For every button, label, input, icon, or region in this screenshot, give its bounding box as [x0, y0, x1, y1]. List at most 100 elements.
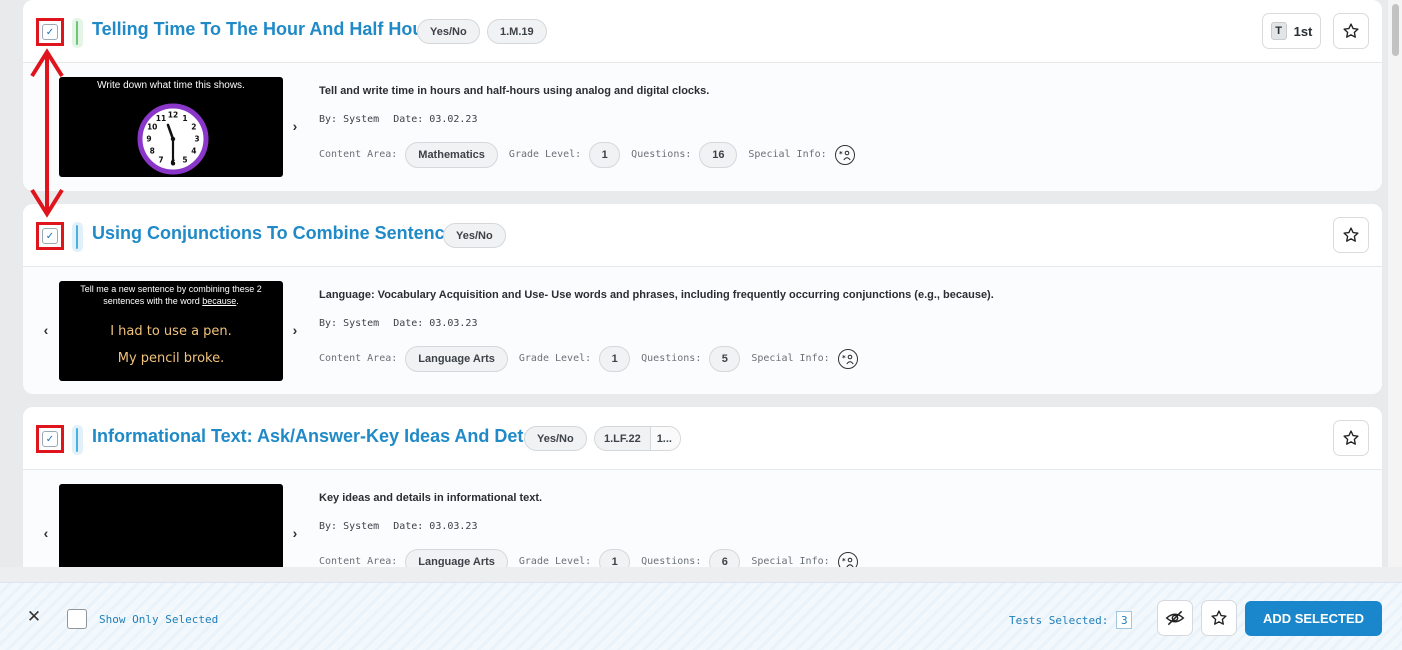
questions-label: Questions: — [631, 149, 692, 160]
card-header: ✓ Telling Time To The Hour And Half Hour… — [23, 0, 1382, 63]
prev-thumbnail-button[interactable]: ‹ — [39, 525, 53, 541]
test-card: ✓ Informational Text: Ask/Answer-Key Ide… — [23, 407, 1382, 567]
author: System — [343, 114, 380, 125]
clock-numeral: 5 — [182, 156, 187, 165]
content-area-label: Content Area: — [319, 353, 398, 364]
card-title[interactable]: Informational Text: Ask/Answer-Key Ideas… — [92, 426, 543, 447]
clock-numeral: 3 — [194, 135, 199, 144]
select-checkbox[interactable]: ✓ — [42, 228, 58, 244]
card-header: ✓ Using Conjunctions To Combine Sentence… — [23, 204, 1382, 267]
card-title[interactable]: Telling Time To The Hour And Half Hour — [92, 19, 430, 40]
author-date: By: System Date: 03.02.23 — [319, 114, 477, 125]
thumbnail-prompt: Tell me a new sentence by combining thes… — [59, 283, 283, 307]
category-color-bar — [72, 425, 83, 455]
tests-selected-counter: Tests Selected: 3 — [1009, 611, 1133, 629]
clock-numeral: 11 — [156, 114, 166, 123]
show-only-selected-checkbox[interactable] — [67, 609, 87, 629]
author-date: By: System Date: 03.03.23 — [319, 318, 477, 329]
svg-text:*: * — [842, 354, 846, 362]
favorite-button[interactable] — [1333, 217, 1369, 253]
content-area-pill: Language Arts — [405, 548, 508, 567]
star-icon — [1343, 23, 1359, 38]
test-card: ✓ Telling Time To The Hour And Half Hour… — [23, 0, 1382, 191]
accessibility-icon[interactable]: * — [837, 551, 858, 567]
thumbnail-prompt-keyword: because — [202, 296, 237, 306]
date: 03.02.23 — [429, 114, 478, 125]
next-thumbnail-button[interactable]: › — [288, 322, 302, 338]
standard-tag: 1.LF.22 — [604, 432, 641, 445]
check-icon: ✓ — [45, 26, 55, 38]
question-thumbnail[interactable]: Tell me a new sentence by combining thes… — [59, 281, 283, 381]
show-only-selected-label[interactable]: Show Only Selected — [99, 613, 218, 626]
card-body: ‹ › Key ideas and details in information… — [23, 470, 1382, 567]
select-checkbox-highlight[interactable]: ✓ — [36, 425, 64, 453]
author: System — [343, 318, 380, 329]
favorite-button[interactable] — [1333, 13, 1369, 49]
thumbnail-prompt-line2: sentences with the word because. — [59, 295, 283, 307]
grade-level-pill: 1 — [599, 345, 631, 372]
select-checkbox[interactable]: ✓ — [42, 431, 58, 447]
select-checkbox-highlight[interactable]: ✓ — [36, 222, 64, 250]
questions-pill: 5 — [709, 345, 741, 372]
svg-text:*: * — [839, 150, 843, 158]
standard-tag-more: 1... — [649, 427, 680, 450]
card-header: ✓ Informational Text: Ask/Answer-Key Ide… — [23, 407, 1382, 470]
info-row: Content Area: Language Arts Grade Level:… — [319, 345, 858, 372]
add-selected-button[interactable]: ADD SELECTED — [1245, 601, 1382, 636]
thumbnail-sentence-2: My pencil broke. — [117, 351, 225, 366]
questions-label: Questions: — [641, 556, 702, 567]
info-row: Content Area: Language Arts Grade Level:… — [319, 548, 858, 567]
test-description: Key ideas and details in informational t… — [319, 492, 543, 504]
special-info-label: Special Info: — [751, 353, 830, 364]
scrollbar-thumb[interactable] — [1392, 4, 1399, 56]
by-label: By: — [319, 114, 338, 125]
favorite-selected-button[interactable] — [1201, 600, 1237, 636]
author: System — [343, 521, 380, 532]
card-body: ‹ Tell me a new sentence by combining th… — [23, 267, 1382, 394]
scrollbar[interactable] — [1388, 0, 1402, 567]
star-icon — [1343, 430, 1359, 445]
grade-letter: T — [1270, 22, 1287, 40]
close-icon[interactable]: ✕ — [25, 608, 43, 626]
grade-level-label: Grade Level: — [518, 353, 592, 364]
question-thumbnail[interactable]: Write down what time this shows. 12 1 2 3 4 5… — [59, 77, 283, 177]
check-icon: ✓ — [45, 433, 55, 445]
next-thumbnail-button[interactable]: › — [288, 118, 302, 134]
grade-badge[interactable]: T 1st — [1262, 13, 1321, 49]
clock-numeral: 8 — [150, 147, 155, 156]
card-title[interactable]: Using Conjunctions To Combine Sentences — [92, 223, 465, 244]
response-type-tag: Yes/No — [524, 426, 587, 451]
select-checkbox[interactable]: ✓ — [42, 24, 58, 40]
special-info-label: Special Info: — [748, 149, 827, 160]
content-area-label: Content Area: — [319, 556, 398, 567]
annotation-double-arrow-icon — [30, 48, 64, 218]
content-area-pill: Mathematics — [405, 141, 498, 168]
question-thumbnail[interactable] — [59, 484, 283, 567]
eye-off-icon — [1165, 610, 1185, 626]
standard-tag-group: 1.LF.22 1... — [594, 426, 681, 451]
select-checkbox-highlight[interactable]: ✓ — [36, 18, 64, 46]
test-list: ✓ Telling Time To The Hour And Half Hour… — [0, 0, 1402, 567]
clock-numeral: 1 — [182, 114, 187, 123]
content-area-label: Content Area: — [319, 149, 398, 160]
next-thumbnail-button[interactable]: › — [288, 525, 302, 541]
date: 03.03.23 — [429, 318, 478, 329]
hide-button[interactable] — [1157, 600, 1193, 636]
clock-numeral: 12 — [168, 111, 178, 120]
star-icon — [1211, 610, 1227, 625]
accessibility-icon[interactable]: * — [834, 144, 855, 165]
clock-numeral: 10 — [147, 123, 157, 132]
thumbnail-prompt-part: sentences with the word — [103, 296, 203, 306]
date: 03.03.23 — [429, 521, 478, 532]
accessibility-icon[interactable]: * — [837, 348, 858, 369]
test-card: ✓ Using Conjunctions To Combine Sentence… — [23, 204, 1382, 394]
grade-level-label: Grade Level: — [508, 149, 582, 160]
grade-label: 1st — [1293, 23, 1313, 39]
favorite-button[interactable] — [1333, 420, 1369, 456]
card-body: Write down what time this shows. 12 1 2 3 4 5… — [23, 63, 1382, 190]
prev-thumbnail-button[interactable]: ‹ — [39, 322, 53, 338]
clock-numeral: 7 — [158, 156, 163, 165]
grade-level-pill: 1 — [589, 141, 621, 168]
star-icon — [1343, 227, 1359, 242]
test-description: Language: Vocabulary Acquisition and Use… — [319, 289, 994, 301]
